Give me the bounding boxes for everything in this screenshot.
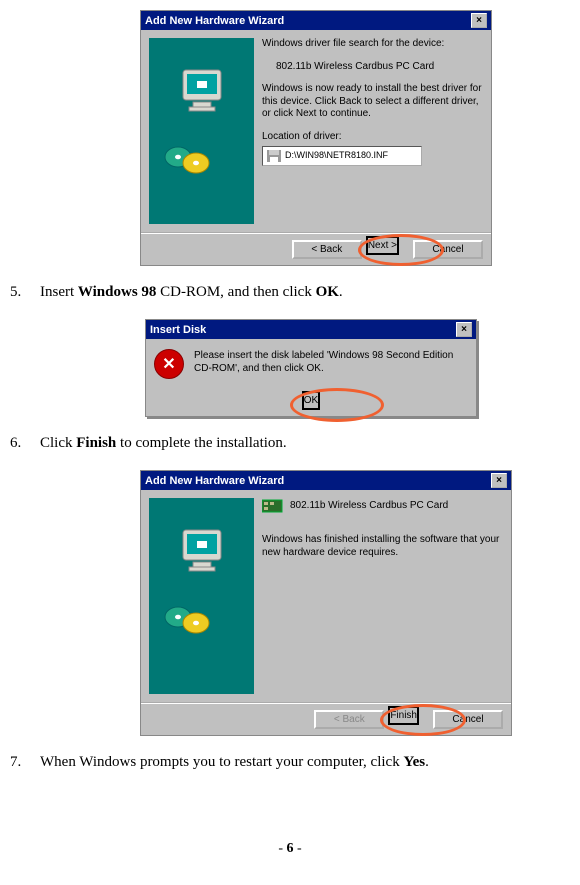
step-number: 7. — [10, 754, 40, 771]
error-icon: ✕ — [154, 349, 184, 379]
finished-text: Windows has finished installing the soft… — [262, 534, 503, 559]
card-icon — [262, 498, 284, 514]
wizard-title: Add New Hardware Wizard — [145, 475, 284, 487]
next-button[interactable]: Next > — [366, 236, 399, 255]
device-name: 802.11b Wireless Cardbus PC Card — [262, 61, 483, 74]
wizard-sidebar-image — [149, 38, 254, 224]
search-label: Windows driver file search for the devic… — [262, 38, 483, 51]
location-label: Location of driver: — [262, 131, 483, 144]
page-number: - 6 - — [10, 841, 570, 857]
wizard-button-row: < Back Finish Cancel — [141, 702, 511, 735]
close-icon[interactable]: × — [491, 473, 507, 488]
step-7: 7. When Windows prompts you to restart y… — [10, 754, 570, 771]
step-5: 5. Insert Windows 98 CD-ROM, and then cl… — [10, 284, 570, 301]
back-button[interactable]: < Back — [292, 240, 362, 259]
step-text: When Windows prompts you to restart your… — [40, 754, 570, 771]
close-icon[interactable]: × — [456, 322, 472, 337]
wizard-sidebar-image — [149, 498, 254, 694]
cancel-button[interactable]: Cancel — [433, 710, 503, 729]
cancel-button[interactable]: Cancel — [413, 240, 483, 259]
step-number: 6. — [10, 435, 40, 452]
back-button: < Back — [314, 710, 384, 729]
step-text: Click Finish to complete the installatio… — [40, 435, 570, 452]
wizard-button-row: < Back Next > Cancel — [141, 232, 491, 265]
ready-text: Windows is now ready to install the best… — [262, 83, 483, 121]
wizard-search-driver: Add New Hardware Wizard × Windows driver… — [140, 10, 492, 266]
dialog-titlebar: Insert Disk × — [146, 320, 476, 339]
ok-button[interactable]: OK — [302, 391, 320, 410]
step-number: 5. — [10, 284, 40, 301]
insert-message: Please insert the disk labeled 'Windows … — [194, 349, 468, 375]
driver-location-box: D:\WIN98\NETR8180.INF — [262, 146, 422, 166]
finish-button[interactable]: Finish — [388, 706, 419, 725]
floppy-icon — [267, 149, 281, 163]
step-6: 6. Click Finish to complete the installa… — [10, 435, 570, 452]
wizard-finish: Add New Hardware Wizard × — [140, 470, 512, 736]
wizard-titlebar: Add New Hardware Wizard × — [141, 11, 491, 30]
wizard-titlebar: Add New Hardware Wizard × — [141, 471, 511, 490]
wizard-title: Add New Hardware Wizard — [145, 15, 284, 27]
driver-path: D:\WIN98\NETR8180.INF — [285, 150, 388, 161]
dialog-title: Insert Disk — [150, 324, 206, 336]
device-name: 802.11b Wireless Cardbus PC Card — [290, 500, 448, 513]
insert-disk-dialog: Insert Disk × ✕ Please insert the disk l… — [145, 319, 477, 417]
close-icon[interactable]: × — [471, 13, 487, 28]
step-text: Insert Windows 98 CD-ROM, and then click… — [40, 284, 570, 301]
